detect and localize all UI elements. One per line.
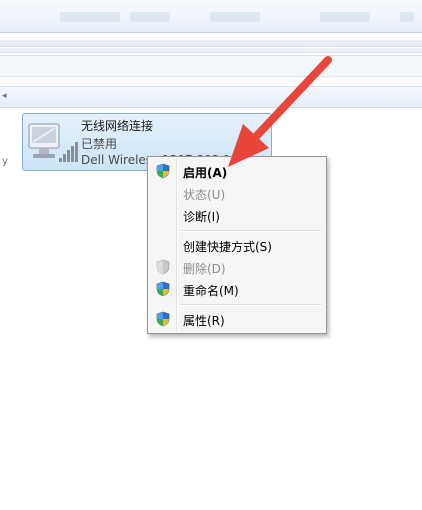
menu-item-label: 属性(R) bbox=[183, 314, 225, 328]
context-menu: 启用(A) 状态(U) 诊断(I) 创建快捷方式(S) 删除(D) 重命名(M)… bbox=[147, 156, 327, 334]
menu-item-label: 删除(D) bbox=[183, 262, 226, 276]
adapter-item-cutoff[interactable]: y bbox=[0, 113, 12, 173]
toolbar-item-faded[interactable] bbox=[210, 12, 260, 22]
menu-item-enable[interactable]: 启用(A) bbox=[150, 160, 324, 182]
toolbar bbox=[0, 0, 422, 33]
divider bbox=[0, 40, 422, 47]
column-header: ◂ bbox=[0, 86, 422, 108]
menu-item-rename[interactable]: 重命名(M) bbox=[150, 278, 324, 300]
uac-shield-icon bbox=[156, 163, 170, 179]
menu-item-label: 诊断(I) bbox=[183, 210, 220, 224]
toolbar-item-faded[interactable] bbox=[60, 12, 120, 22]
adapter-name: 无线网络连接 bbox=[81, 119, 154, 133]
menu-separator bbox=[180, 230, 322, 232]
toolbar-item-faded[interactable] bbox=[130, 12, 170, 22]
menu-item-properties[interactable]: 属性(R) bbox=[150, 308, 324, 330]
uac-shield-icon bbox=[156, 281, 170, 297]
menu-item-status[interactable]: 状态(U) bbox=[150, 182, 324, 204]
toolbar-item-faded[interactable] bbox=[320, 12, 370, 22]
divider bbox=[0, 48, 422, 53]
menu-item-create-shortcut[interactable]: 创建快捷方式(S) bbox=[150, 234, 324, 256]
menu-item-delete[interactable]: 删除(D) bbox=[150, 256, 324, 278]
menu-item-label: 状态(U) bbox=[183, 188, 226, 202]
text-fragment: y bbox=[2, 156, 8, 167]
menu-item-label: 启用(A) bbox=[183, 166, 228, 180]
help-icon[interactable] bbox=[400, 12, 414, 22]
chevron-left-icon: ◂ bbox=[2, 91, 7, 101]
adapter-status: 已禁用 bbox=[81, 137, 118, 151]
network-connections-window: ◂ y 无线网络连接 已禁用 Dell Wireless 1397 802.11 bbox=[0, 0, 422, 510]
uac-shield-icon bbox=[156, 259, 170, 275]
menu-item-label: 重命名(M) bbox=[183, 284, 239, 298]
uac-shield-icon bbox=[156, 311, 170, 327]
menu-item-diagnose[interactable]: 诊断(I) bbox=[150, 204, 324, 226]
menu-item-label: 创建快捷方式(S) bbox=[183, 240, 272, 254]
menu-separator bbox=[180, 304, 322, 306]
navigation-bar bbox=[0, 55, 422, 77]
wireless-adapter-icon bbox=[28, 123, 78, 162]
